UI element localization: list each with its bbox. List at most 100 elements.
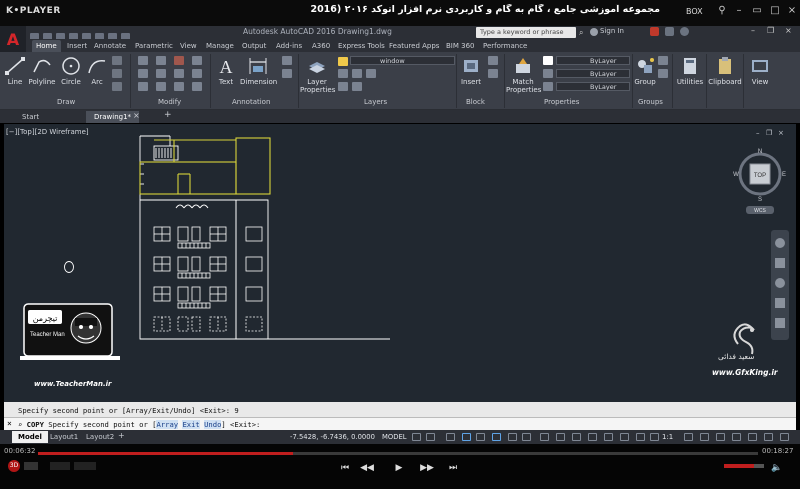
vp-minimize-icon[interactable]: –	[756, 129, 760, 137]
isolate-objects-icon[interactable]	[764, 433, 773, 441]
offset-icon[interactable]	[192, 82, 202, 91]
ortho-icon[interactable]	[446, 433, 455, 441]
layers-panel-title[interactable]: Layers	[364, 98, 387, 106]
light-bulb-icon[interactable]	[338, 57, 348, 66]
auto-scale-icon[interactable]	[650, 433, 659, 441]
object-snap-icon[interactable]	[492, 433, 501, 441]
tab-layout2[interactable]: Layout2	[80, 431, 120, 443]
volume-icon[interactable]: 🔈	[770, 463, 784, 473]
tab-parametric[interactable]: Parametric	[135, 40, 173, 52]
match-properties-tool[interactable]: Match Properties	[506, 56, 541, 94]
zoom-icon[interactable]	[775, 278, 785, 288]
groups-panel-title[interactable]: Groups	[638, 98, 663, 106]
option-array[interactable]: Array	[156, 420, 179, 429]
vp-restore-icon[interactable]: ❐	[766, 129, 772, 137]
linetype-dropdown[interactable]: ByLayer	[556, 82, 630, 91]
orbit-icon[interactable]	[775, 298, 785, 308]
modify-panel-title[interactable]: Modify	[158, 98, 181, 106]
transparency-icon[interactable]	[540, 433, 549, 441]
hatch-icon[interactable]	[112, 69, 122, 78]
vp-close-icon[interactable]: ×	[778, 129, 784, 137]
minimize-icon[interactable]: –	[733, 5, 745, 17]
table-icon[interactable]	[282, 69, 292, 78]
acad-close-icon[interactable]: ×	[785, 26, 792, 35]
coordinate-readout[interactable]: -7.5428, -6.7436, 0.0000	[290, 433, 375, 441]
3d-osnap-icon[interactable]	[572, 433, 581, 441]
gizmo-icon[interactable]	[620, 433, 629, 441]
scale-icon[interactable]	[156, 82, 166, 91]
group-tool[interactable]: Group	[634, 56, 656, 86]
array-icon[interactable]	[174, 82, 184, 91]
rotate-icon[interactable]	[156, 56, 166, 65]
color-swatch-icon[interactable]	[543, 56, 553, 65]
sign-in-link[interactable]: Sign In	[600, 27, 624, 35]
polar-icon[interactable]	[462, 433, 471, 441]
leader-icon[interactable]	[282, 56, 292, 65]
customization-menu-icon[interactable]	[780, 433, 789, 441]
autodesk-exchange-icon[interactable]	[650, 27, 659, 36]
draw-panel-title[interactable]: Draw	[57, 98, 75, 106]
command-line[interactable]: × ⌕ COPY Specify second point or [Array …	[4, 417, 796, 430]
stretch-icon[interactable]	[138, 82, 148, 91]
tab-home[interactable]: Home	[32, 40, 61, 52]
drawing-canvas[interactable]	[4, 124, 796, 402]
arc-tool[interactable]: Arc	[86, 56, 108, 86]
annotation-visibility-icon[interactable]	[636, 433, 645, 441]
maximize-icon[interactable]: □	[769, 5, 781, 17]
compass-w[interactable]: W	[733, 172, 739, 178]
search-icon[interactable]: ⌕	[579, 27, 589, 38]
layer-isolate-icon[interactable]	[352, 69, 362, 78]
quick-properties-icon[interactable]	[732, 433, 741, 441]
layer-off-icon[interactable]	[352, 82, 362, 91]
viewcube[interactable]: TOP N S W E WCS	[730, 148, 790, 218]
annotation-scale[interactable]: 1:1	[662, 433, 673, 441]
explode-icon[interactable]	[192, 69, 202, 78]
acad-restore-icon[interactable]: ❐	[767, 26, 774, 35]
acad-minimize-icon[interactable]: –	[751, 26, 755, 35]
polyline-tool[interactable]: Polyline	[28, 56, 56, 86]
showmotion-icon[interactable]	[775, 318, 785, 328]
close-tab-icon[interactable]: ×	[133, 111, 140, 120]
units-icon[interactable]	[716, 433, 725, 441]
compass-e[interactable]: E	[782, 172, 786, 178]
forward-icon[interactable]: ▶▶	[420, 463, 434, 473]
option-exit[interactable]: Exit	[182, 420, 200, 429]
utilities-tool[interactable]: Utilities	[675, 56, 705, 86]
block-panel-title[interactable]: Block	[466, 98, 485, 106]
layer-dropdown[interactable]: window	[350, 56, 455, 65]
selection-filter-icon[interactable]	[604, 433, 613, 441]
ungroup-icon[interactable]	[658, 56, 668, 65]
lock-ui-icon[interactable]	[748, 433, 757, 441]
steering-wheel-icon[interactable]	[775, 238, 785, 248]
viewport-controls-label[interactable]: [−][Top][2D Wireframe]	[6, 128, 89, 136]
isodraft-icon[interactable]	[476, 433, 485, 441]
group-edit-icon[interactable]	[658, 69, 668, 78]
compass-s[interactable]: S	[758, 197, 762, 203]
clipboard-tool[interactable]: Clipboard	[708, 56, 742, 86]
connect-icon[interactable]	[665, 27, 674, 36]
tab-model[interactable]: Model	[12, 431, 48, 443]
layer-match-icon[interactable]	[338, 82, 348, 91]
restore-icon[interactable]: ▭	[751, 5, 763, 17]
tab-add-ins[interactable]: Add-ins	[276, 40, 302, 52]
tab-featured-apps[interactable]: Featured Apps	[389, 40, 439, 52]
copy-icon[interactable]	[138, 69, 148, 78]
snap-tracking-icon[interactable]	[508, 433, 517, 441]
tab-layout1[interactable]: Layout1	[44, 431, 84, 443]
tab-performance[interactable]: Performance	[483, 40, 527, 52]
player-box-button[interactable]: BOX	[686, 7, 703, 16]
fillet-icon[interactable]	[174, 69, 184, 78]
command-customize-icon[interactable]: ⌕	[18, 420, 22, 429]
circle-tool[interactable]: Circle	[60, 56, 82, 86]
tab-start[interactable]: Start	[14, 111, 47, 123]
tab-view[interactable]: View	[180, 40, 197, 52]
new-tab-icon[interactable]: +	[164, 110, 172, 120]
help-icon[interactable]	[680, 27, 689, 36]
tab-manage[interactable]: Manage	[206, 40, 234, 52]
tab-drawing1[interactable]: Drawing1*	[86, 111, 140, 123]
snap-icon[interactable]	[426, 433, 435, 441]
previous-icon[interactable]: ⏮	[338, 463, 352, 473]
workspace-gear-icon[interactable]	[684, 433, 693, 441]
search-input[interactable]: Type a keyword or phrase	[476, 27, 576, 38]
tab-a360[interactable]: A360	[312, 40, 330, 52]
